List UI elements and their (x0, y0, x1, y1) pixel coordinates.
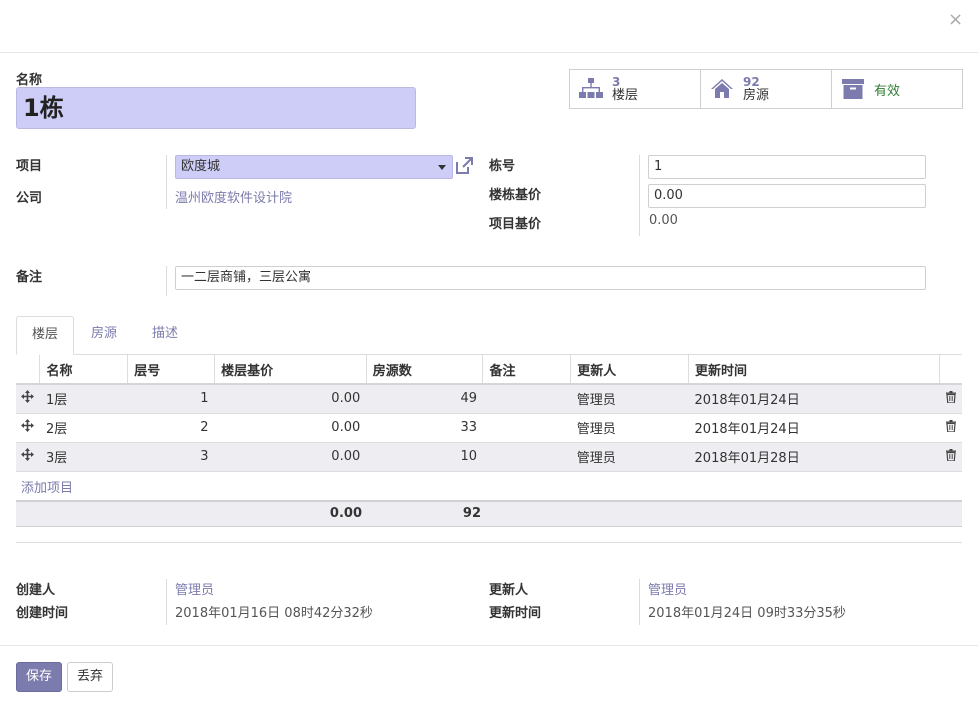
col-header-floor[interactable]: 层号 (127, 355, 216, 385)
table-row[interactable]: 3层 3 0.00 10 管理员 2018年01月28日 (16, 442, 962, 472)
total-rooms: 92 (462, 506, 481, 521)
cell-updated: 2018年01月28日 (688, 442, 940, 472)
close-icon[interactable]: × (948, 10, 963, 30)
external-link-icon[interactable] (454, 156, 474, 180)
building-no-label: 栋号 (489, 159, 516, 174)
creator-link[interactable]: 管理员 (175, 579, 214, 598)
sitemap-icon (578, 76, 604, 102)
cell-rooms: 10 (366, 442, 483, 472)
chevron-down-icon (438, 165, 446, 170)
table-row[interactable]: 2层 2 0.00 33 管理员 2018年01月24日 (16, 413, 962, 443)
name-input[interactable]: 1栋 (16, 87, 416, 129)
save-button[interactable]: 保存 (16, 662, 62, 692)
cell-floor: 1 (127, 384, 215, 414)
cell-updated: 2018年01月24日 (688, 384, 940, 414)
active-toggle-button[interactable]: 有效 (832, 70, 962, 108)
cell-name: 2层 (39, 413, 128, 443)
creator-label: 创建人 (16, 583, 56, 598)
table-totals-row: 0.00 92 (16, 500, 962, 527)
project-label: 项目 (16, 159, 43, 174)
rooms-label: 房源 (743, 88, 770, 103)
project-select[interactable]: 欧度城 (175, 155, 453, 179)
cell-updater: 管理员 (570, 413, 689, 443)
total-price: 0.00 (329, 506, 362, 521)
building-price-input[interactable]: 0.00 (648, 184, 926, 208)
handle-column-header (16, 355, 41, 385)
cell-name: 3层 (39, 442, 128, 472)
smart-buttons: 3 楼层 92 房源 有效 (569, 69, 963, 109)
col-header-rooms[interactable]: 房源数 (366, 355, 484, 385)
cell-name: 1层 (39, 384, 128, 414)
project-price-label: 项目基价 (489, 217, 542, 232)
cell-rooms: 33 (366, 413, 483, 443)
cell-floor: 3 (127, 442, 215, 472)
meta-right-divider (639, 579, 640, 625)
created-label: 创建时间 (16, 606, 69, 621)
drag-handle-icon[interactable] (16, 384, 40, 414)
rooms-stat-button[interactable]: 92 房源 (701, 70, 832, 108)
trash-icon[interactable] (939, 384, 962, 414)
name-label: 名称 (16, 73, 43, 88)
floors-table: 名称 层号 楼层基价 房源数 备注 更新人 更新时间 1层 1 0.00 49 … (16, 355, 962, 472)
right-field-divider (639, 155, 640, 236)
building-no-input[interactable]: 1 (648, 155, 926, 179)
cell-remark (482, 442, 571, 472)
floors-label: 楼层 (612, 88, 639, 103)
remark-divider (166, 266, 167, 296)
remark-input[interactable]: 一二层商铺，三层公寓 (175, 266, 926, 290)
col-header-updater[interactable]: 更新人 (570, 355, 690, 385)
cell-updater: 管理员 (570, 384, 689, 414)
cell-remark (482, 384, 571, 414)
rooms-count: 92 (743, 75, 760, 89)
tab-rooms[interactable]: 房源 (76, 316, 132, 355)
tab-description[interactable]: 描述 (137, 316, 193, 355)
col-header-updated[interactable]: 更新时间 (688, 355, 941, 385)
trash-icon[interactable] (939, 413, 962, 443)
left-field-divider (166, 155, 167, 209)
created-value: 2018年01月16日 08时42分32秒 (175, 606, 373, 621)
cell-price: 0.00 (214, 384, 367, 414)
meta-left-divider (166, 579, 167, 625)
cell-remark (482, 413, 571, 443)
cell-price: 0.00 (214, 413, 367, 443)
table-row[interactable]: 1层 1 0.00 49 管理员 2018年01月24日 (16, 384, 962, 414)
project-price-value: 0.00 (649, 213, 678, 228)
col-header-price[interactable]: 楼层基价 (214, 355, 367, 385)
discard-button[interactable]: 丢弃 (67, 662, 113, 692)
section-divider (16, 542, 962, 543)
cell-price: 0.00 (214, 442, 367, 472)
add-line-link[interactable]: 添加项目 (21, 477, 73, 496)
cell-updated: 2018年01月24日 (688, 413, 940, 443)
archive-icon (840, 76, 866, 102)
company-link[interactable]: 温州欧度软件设计院 (175, 187, 292, 206)
tab-floors[interactable]: 楼层 (16, 316, 75, 355)
col-header-name[interactable]: 名称 (39, 355, 129, 385)
cell-rooms: 49 (366, 384, 483, 414)
building-price-label: 楼栋基价 (489, 188, 542, 203)
trash-icon[interactable] (939, 442, 962, 472)
cell-updater: 管理员 (570, 442, 689, 472)
updater-link[interactable]: 管理员 (648, 579, 687, 598)
drag-handle-icon[interactable] (16, 442, 40, 472)
delete-column-header (939, 355, 962, 385)
notebook-tabs: 楼层 房源 描述 (16, 316, 962, 355)
updated-value: 2018年01月24日 09时33分35秒 (648, 606, 846, 621)
floors-stat-button[interactable]: 3 楼层 (570, 70, 701, 108)
footer-divider (0, 645, 978, 646)
cell-floor: 2 (127, 413, 215, 443)
header-divider (0, 52, 978, 53)
updater-label: 更新人 (489, 583, 529, 598)
col-header-remark[interactable]: 备注 (482, 355, 572, 385)
company-label: 公司 (16, 191, 43, 206)
updated-label: 更新时间 (489, 606, 542, 621)
drag-handle-icon[interactable] (16, 413, 40, 443)
project-value: 欧度城 (181, 159, 221, 174)
floors-count: 3 (612, 75, 621, 89)
remark-label: 备注 (16, 270, 43, 285)
home-icon (709, 76, 735, 102)
active-label: 有效 (874, 83, 901, 99)
